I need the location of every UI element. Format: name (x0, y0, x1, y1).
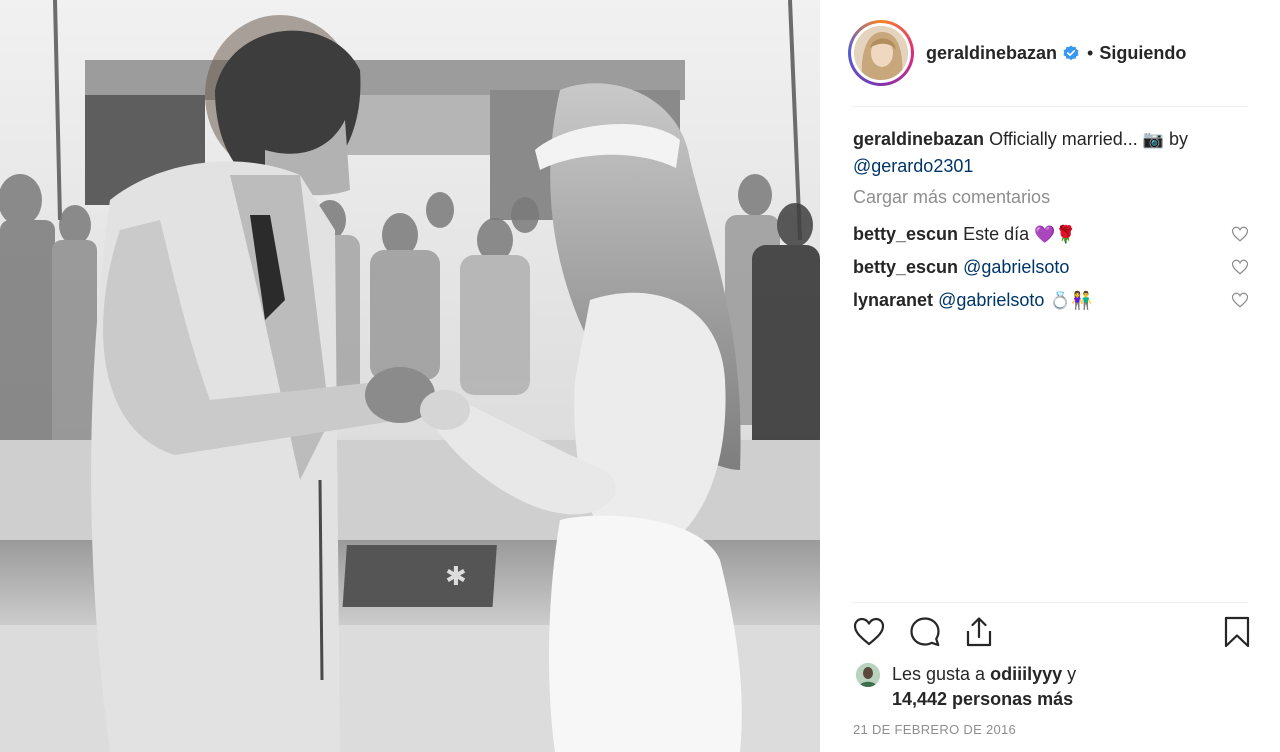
speech-bubble-icon[interactable] (908, 615, 942, 649)
liker-avatar[interactable] (856, 663, 880, 687)
comment-username[interactable]: lynaranet (853, 290, 933, 310)
comment-username[interactable]: betty_escun (853, 224, 958, 244)
liker-username[interactable]: odiiilyyy (990, 664, 1062, 684)
bookmark-icon[interactable] (1220, 615, 1254, 649)
caption-username[interactable]: geraldinebazan (853, 129, 984, 149)
comment-like-heart-icon[interactable] (1231, 258, 1249, 276)
caption-text: Officially married... (989, 129, 1143, 149)
comment-like-heart-icon[interactable] (1231, 225, 1249, 243)
comment-item: lynaranet @gabrielsoto 💍👫 (853, 287, 1249, 314)
comment-mention-link[interactable]: @gabrielsoto (963, 257, 1069, 277)
comment-emoji: 💜🌹 (1034, 224, 1077, 245)
post-date[interactable]: 21 DE FEBRERO DE 2016 (853, 722, 1016, 737)
likes-prefix: Les gusta a (892, 664, 991, 684)
post-action-bar (852, 615, 1250, 651)
heart-outline-icon[interactable] (852, 615, 886, 649)
following-button[interactable]: Siguiendo (1099, 43, 1186, 64)
comment-text: Este día (963, 223, 1035, 244)
likes-line-1: Les gusta a odiiilyyy y (892, 662, 1076, 687)
comment-username[interactable]: betty_escun (853, 257, 958, 277)
comment-body: lynaranet @gabrielsoto 💍👫 (853, 287, 1231, 314)
story-ring[interactable] (848, 20, 914, 86)
wedding-photo-illustration: ✱ (0, 0, 820, 752)
comment-mention-link[interactable]: @gabrielsoto (938, 290, 1044, 310)
header-username[interactable]: geraldinebazan (926, 43, 1057, 64)
share-upload-icon[interactable] (962, 615, 996, 649)
avatar-portrait (854, 26, 908, 80)
likes-suffix: y (1062, 664, 1077, 684)
caption-by: by (1163, 129, 1188, 149)
verified-badge-icon (1063, 45, 1079, 61)
header-divider (852, 106, 1248, 107)
comment-body: betty_escun Este día 💜🌹 (853, 221, 1231, 248)
instagram-post-view: ✱ geraldinebazan • Siguiendo geraldineba… (0, 0, 1280, 752)
caption-mention-link[interactable]: @gerardo2301 (853, 156, 973, 176)
actions-divider (852, 602, 1248, 603)
comment-emoji: 💍👫 (1044, 290, 1093, 311)
comment-item: betty_escun Este día 💜🌹 (853, 221, 1249, 248)
header-separator-dot: • (1087, 42, 1094, 63)
comment-item: betty_escun @gabrielsoto (853, 254, 1249, 280)
camera-emoji: 📷 (1142, 130, 1164, 150)
post-side-panel: geraldinebazan • Siguiendo geraldinebaza… (820, 0, 1280, 752)
likes-count-link[interactable]: 14,442 personas más (892, 687, 1073, 712)
comment-like-heart-icon[interactable] (1231, 291, 1249, 309)
post-photo[interactable]: ✱ (0, 0, 820, 752)
load-more-comments-button[interactable]: Cargar más comentarios (853, 187, 1050, 208)
post-caption: geraldinebazan Officially married... 📷 b… (853, 126, 1243, 179)
certificate-mark: ✱ (445, 562, 467, 592)
post-header: geraldinebazan • Siguiendo (848, 20, 1248, 86)
liker-avatar-portrait (856, 663, 880, 687)
avatar[interactable] (854, 26, 908, 80)
comment-body: betty_escun @gabrielsoto (853, 254, 1231, 280)
avatar-frame (851, 23, 911, 83)
